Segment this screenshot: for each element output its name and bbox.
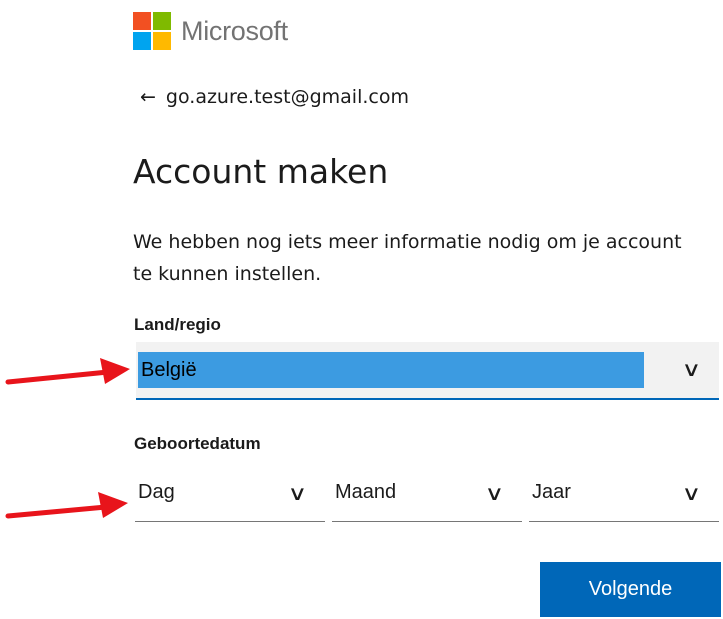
birth-year-select[interactable]: Jaar ∨ [529, 470, 719, 522]
birth-month-value: Maand [335, 481, 397, 503]
chevron-down-icon: ∨ [681, 357, 702, 381]
annotation-arrow-birthdate [5, 492, 128, 519]
country-label: Land/regio [134, 315, 221, 334]
birth-day-value: Dag [138, 481, 175, 503]
microsoft-logo-icon [133, 12, 171, 50]
brand-name: Microsoft [181, 15, 288, 46]
next-button[interactable]: Volgende [540, 562, 721, 617]
page-title: Account maken [133, 152, 389, 191]
chevron-down-icon: ∨ [287, 481, 308, 505]
birth-year-value: Jaar [532, 481, 571, 503]
account-email: go.azure.test@gmail.com [165, 86, 409, 108]
country-select[interactable]: België ∨ [136, 342, 719, 400]
back-arrow-icon[interactable]: ← [140, 87, 156, 107]
annotation-arrow-country [5, 358, 130, 385]
chevron-down-icon: ∨ [484, 481, 505, 505]
back-to-email-link[interactable]: ← go.azure.test@gmail.com [140, 86, 409, 108]
birth-day-select[interactable]: Dag ∨ [135, 470, 325, 522]
microsoft-logo: Microsoft [133, 12, 288, 50]
country-selected-value: België [138, 352, 644, 388]
page-description: We hebben nog iets meer informatie nodig… [133, 231, 682, 285]
birth-month-select[interactable]: Maand ∨ [332, 470, 522, 522]
chevron-down-icon: ∨ [681, 481, 702, 505]
birthdate-label: Geboortedatum [134, 434, 261, 453]
